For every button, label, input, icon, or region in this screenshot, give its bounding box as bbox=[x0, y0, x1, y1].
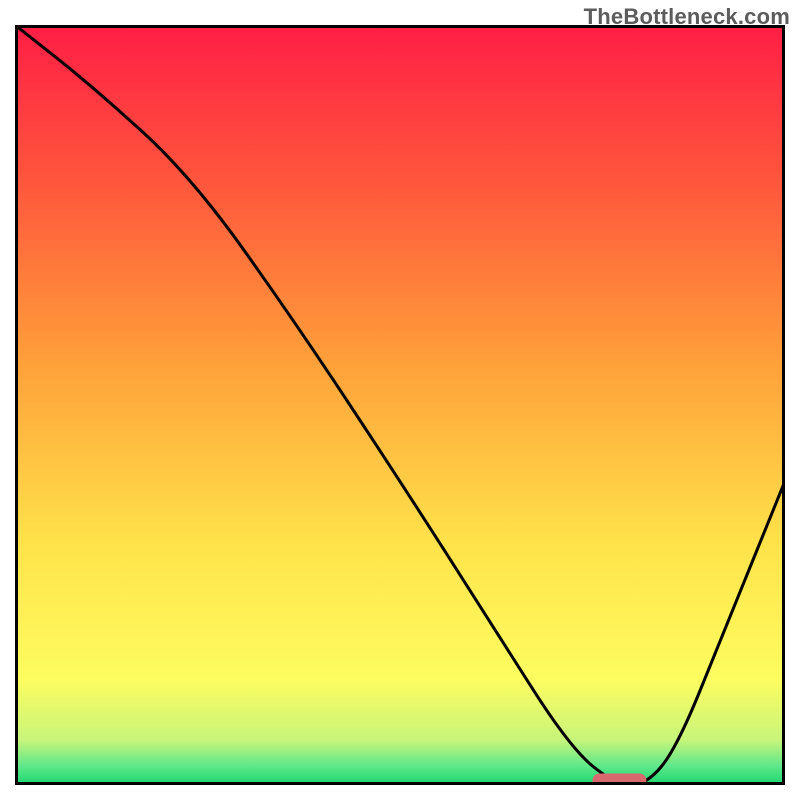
chart-container bbox=[15, 25, 785, 785]
gradient-background bbox=[15, 25, 785, 785]
bottleneck-chart bbox=[15, 25, 785, 785]
